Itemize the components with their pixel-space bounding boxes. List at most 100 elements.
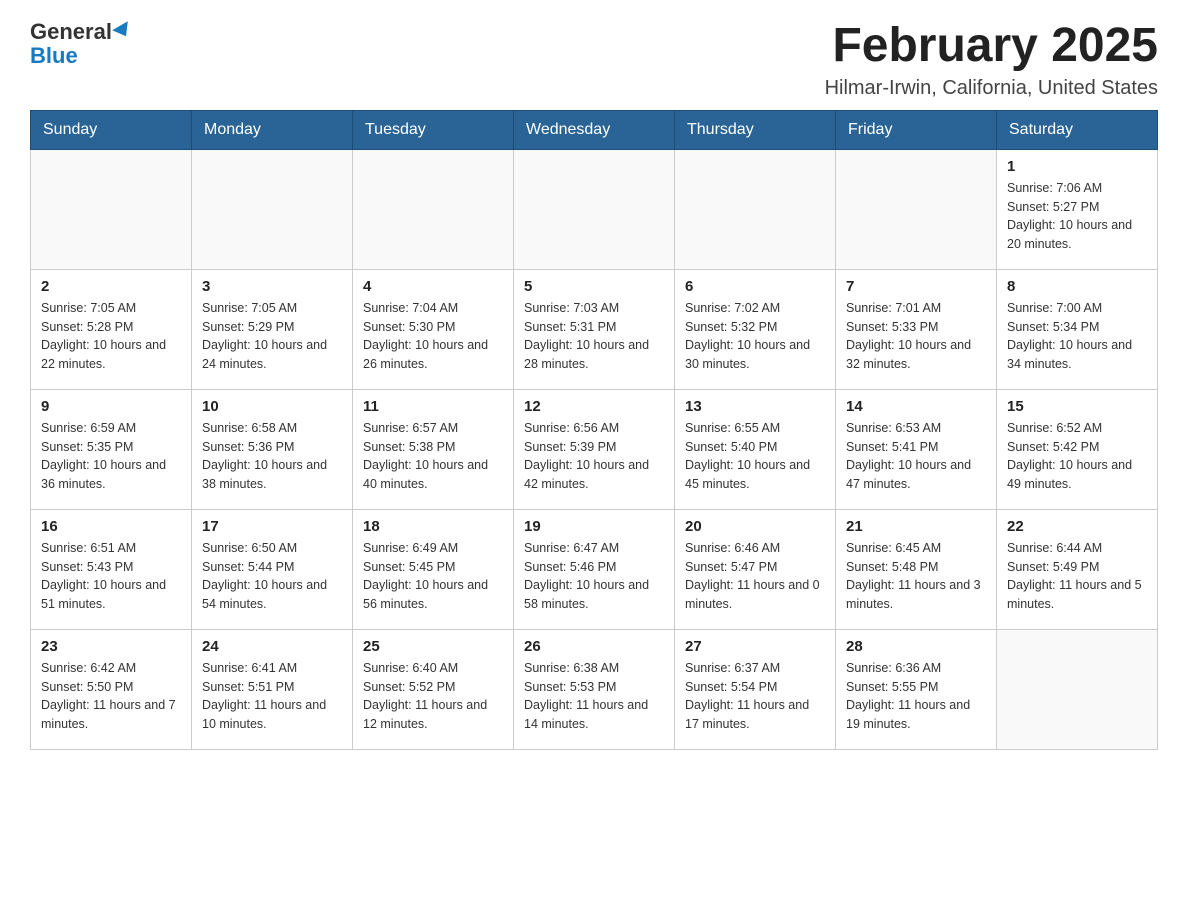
calendar-cell: 12 Sunrise: 6:56 AMSunset: 5:39 PMDayligh… bbox=[514, 389, 675, 509]
calendar-cell: 11 Sunrise: 6:57 AMSunset: 5:38 PMDayligh… bbox=[353, 389, 514, 509]
calendar-cell: 24 Sunrise: 6:41 AMSunset: 5:51 PMDayligh… bbox=[192, 629, 353, 749]
calendar-cell: 22 Sunrise: 6:44 AMSunset: 5:49 PMDayligh… bbox=[997, 509, 1158, 629]
day-number: 4 bbox=[363, 278, 503, 295]
logo-triangle-icon bbox=[112, 21, 134, 40]
weekday-header-wednesday: Wednesday bbox=[514, 110, 675, 149]
day-info: Sunrise: 7:01 AMSunset: 5:33 PMDaylight:… bbox=[846, 299, 986, 374]
calendar-cell: 17 Sunrise: 6:50 AMSunset: 5:44 PMDayligh… bbox=[192, 509, 353, 629]
day-info: Sunrise: 6:46 AMSunset: 5:47 PMDaylight:… bbox=[685, 539, 825, 614]
calendar-cell bbox=[31, 149, 192, 269]
day-number: 13 bbox=[685, 398, 825, 415]
calendar-cell bbox=[353, 149, 514, 269]
logo-blue-text: Blue bbox=[30, 44, 132, 68]
weekday-header-friday: Friday bbox=[836, 110, 997, 149]
day-info: Sunrise: 6:57 AMSunset: 5:38 PMDaylight:… bbox=[363, 419, 503, 494]
day-number: 28 bbox=[846, 638, 986, 655]
calendar-cell: 28 Sunrise: 6:36 AMSunset: 5:55 PMDayligh… bbox=[836, 629, 997, 749]
weekday-header-thursday: Thursday bbox=[675, 110, 836, 149]
weekday-header-monday: Monday bbox=[192, 110, 353, 149]
calendar-cell: 26 Sunrise: 6:38 AMSunset: 5:53 PMDayligh… bbox=[514, 629, 675, 749]
weekday-header-saturday: Saturday bbox=[997, 110, 1158, 149]
month-title: February 2025 bbox=[825, 20, 1158, 73]
day-number: 11 bbox=[363, 398, 503, 415]
location-text: Hilmar-Irwin, California, United States bbox=[825, 77, 1158, 100]
day-number: 18 bbox=[363, 518, 503, 535]
day-number: 14 bbox=[846, 398, 986, 415]
calendar-cell: 16 Sunrise: 6:51 AMSunset: 5:43 PMDayligh… bbox=[31, 509, 192, 629]
day-number: 15 bbox=[1007, 398, 1147, 415]
calendar-cell bbox=[997, 629, 1158, 749]
day-info: Sunrise: 7:05 AMSunset: 5:28 PMDaylight:… bbox=[41, 299, 181, 374]
calendar-cell bbox=[514, 149, 675, 269]
day-number: 19 bbox=[524, 518, 664, 535]
day-info: Sunrise: 6:59 AMSunset: 5:35 PMDaylight:… bbox=[41, 419, 181, 494]
calendar-cell: 6Sunrise: 7:02 AMSunset: 5:32 PMDaylight… bbox=[675, 269, 836, 389]
day-number: 21 bbox=[846, 518, 986, 535]
day-number: 2 bbox=[41, 278, 181, 295]
calendar-cell: 18 Sunrise: 6:49 AMSunset: 5:45 PMDayligh… bbox=[353, 509, 514, 629]
day-number: 17 bbox=[202, 518, 342, 535]
day-number: 24 bbox=[202, 638, 342, 655]
calendar-cell: 23 Sunrise: 6:42 AMSunset: 5:50 PMDayligh… bbox=[31, 629, 192, 749]
day-number: 8 bbox=[1007, 278, 1147, 295]
day-number: 26 bbox=[524, 638, 664, 655]
calendar-cell: 19Sunrise: 6:47 AMSunset: 5:46 PMDayligh… bbox=[514, 509, 675, 629]
day-number: 27 bbox=[685, 638, 825, 655]
day-info: Sunrise: 6:41 AMSunset: 5:51 PMDaylight:… bbox=[202, 659, 342, 734]
calendar-cell: 27Sunrise: 6:37 AMSunset: 5:54 PMDayligh… bbox=[675, 629, 836, 749]
day-number: 3 bbox=[202, 278, 342, 295]
day-info: Sunrise: 6:49 AMSunset: 5:45 PMDaylight:… bbox=[363, 539, 503, 614]
day-info: Sunrise: 6:53 AMSunset: 5:41 PMDaylight:… bbox=[846, 419, 986, 494]
calendar-table: SundayMondayTuesdayWednesdayThursdayFrid… bbox=[30, 110, 1158, 750]
day-info: Sunrise: 6:40 AMSunset: 5:52 PMDaylight:… bbox=[363, 659, 503, 734]
calendar-cell bbox=[192, 149, 353, 269]
weekday-header-sunday: Sunday bbox=[31, 110, 192, 149]
day-number: 25 bbox=[363, 638, 503, 655]
day-info: Sunrise: 6:44 AMSunset: 5:49 PMDaylight:… bbox=[1007, 539, 1147, 614]
title-section: February 2025 Hilmar-Irwin, California, … bbox=[825, 20, 1158, 100]
calendar-week-row: 23 Sunrise: 6:42 AMSunset: 5:50 PMDayligh… bbox=[31, 629, 1158, 749]
day-info: Sunrise: 6:36 AMSunset: 5:55 PMDaylight:… bbox=[846, 659, 986, 734]
calendar-cell: 14 Sunrise: 6:53 AMSunset: 5:41 PMDayligh… bbox=[836, 389, 997, 509]
day-info: Sunrise: 6:45 AMSunset: 5:48 PMDaylight:… bbox=[846, 539, 986, 614]
day-info: Sunrise: 6:58 AMSunset: 5:36 PMDaylight:… bbox=[202, 419, 342, 494]
day-info: Sunrise: 6:52 AMSunset: 5:42 PMDaylight:… bbox=[1007, 419, 1147, 494]
calendar-week-row: 16 Sunrise: 6:51 AMSunset: 5:43 PMDayligh… bbox=[31, 509, 1158, 629]
calendar-week-row: 9Sunrise: 6:59 AMSunset: 5:35 PMDaylight… bbox=[31, 389, 1158, 509]
day-info: Sunrise: 6:55 AMSunset: 5:40 PMDaylight:… bbox=[685, 419, 825, 494]
calendar-cell: 8 Sunrise: 7:00 AMSunset: 5:34 PMDaylight… bbox=[997, 269, 1158, 389]
calendar-cell: 7Sunrise: 7:01 AMSunset: 5:33 PMDaylight… bbox=[836, 269, 997, 389]
day-number: 1 bbox=[1007, 158, 1147, 175]
day-number: 6 bbox=[685, 278, 825, 295]
calendar-cell bbox=[836, 149, 997, 269]
calendar-cell: 1 Sunrise: 7:06 AMSunset: 5:27 PMDaylight… bbox=[997, 149, 1158, 269]
day-info: Sunrise: 7:05 AMSunset: 5:29 PMDaylight:… bbox=[202, 299, 342, 374]
day-info: Sunrise: 7:06 AMSunset: 5:27 PMDaylight:… bbox=[1007, 179, 1147, 254]
page-header: General Blue February 2025 Hilmar-Irwin,… bbox=[30, 20, 1158, 100]
day-info: Sunrise: 7:03 AMSunset: 5:31 PMDaylight:… bbox=[524, 299, 664, 374]
calendar-cell: 5Sunrise: 7:03 AMSunset: 5:31 PMDaylight… bbox=[514, 269, 675, 389]
day-info: Sunrise: 6:38 AMSunset: 5:53 PMDaylight:… bbox=[524, 659, 664, 734]
logo-general-text: General bbox=[30, 19, 112, 44]
calendar-cell: 20 Sunrise: 6:46 AMSunset: 5:47 PMDayligh… bbox=[675, 509, 836, 629]
calendar-cell: 3 Sunrise: 7:05 AMSunset: 5:29 PMDaylight… bbox=[192, 269, 353, 389]
calendar-cell: 25 Sunrise: 6:40 AMSunset: 5:52 PMDayligh… bbox=[353, 629, 514, 749]
day-number: 10 bbox=[202, 398, 342, 415]
day-info: Sunrise: 6:50 AMSunset: 5:44 PMDaylight:… bbox=[202, 539, 342, 614]
day-number: 23 bbox=[41, 638, 181, 655]
day-info: Sunrise: 7:00 AMSunset: 5:34 PMDaylight:… bbox=[1007, 299, 1147, 374]
day-info: Sunrise: 7:04 AMSunset: 5:30 PMDaylight:… bbox=[363, 299, 503, 374]
day-number: 12 bbox=[524, 398, 664, 415]
day-info: Sunrise: 6:56 AMSunset: 5:39 PMDaylight:… bbox=[524, 419, 664, 494]
day-info: Sunrise: 6:51 AMSunset: 5:43 PMDaylight:… bbox=[41, 539, 181, 614]
day-number: 20 bbox=[685, 518, 825, 535]
logo: General Blue bbox=[30, 20, 132, 68]
day-info: Sunrise: 6:42 AMSunset: 5:50 PMDaylight:… bbox=[41, 659, 181, 734]
calendar-cell: 15 Sunrise: 6:52 AMSunset: 5:42 PMDayligh… bbox=[997, 389, 1158, 509]
calendar-week-row: 2 Sunrise: 7:05 AMSunset: 5:28 PMDaylight… bbox=[31, 269, 1158, 389]
calendar-week-row: 1 Sunrise: 7:06 AMSunset: 5:27 PMDaylight… bbox=[31, 149, 1158, 269]
day-number: 22 bbox=[1007, 518, 1147, 535]
calendar-cell: 2 Sunrise: 7:05 AMSunset: 5:28 PMDaylight… bbox=[31, 269, 192, 389]
calendar-cell bbox=[675, 149, 836, 269]
day-number: 16 bbox=[41, 518, 181, 535]
